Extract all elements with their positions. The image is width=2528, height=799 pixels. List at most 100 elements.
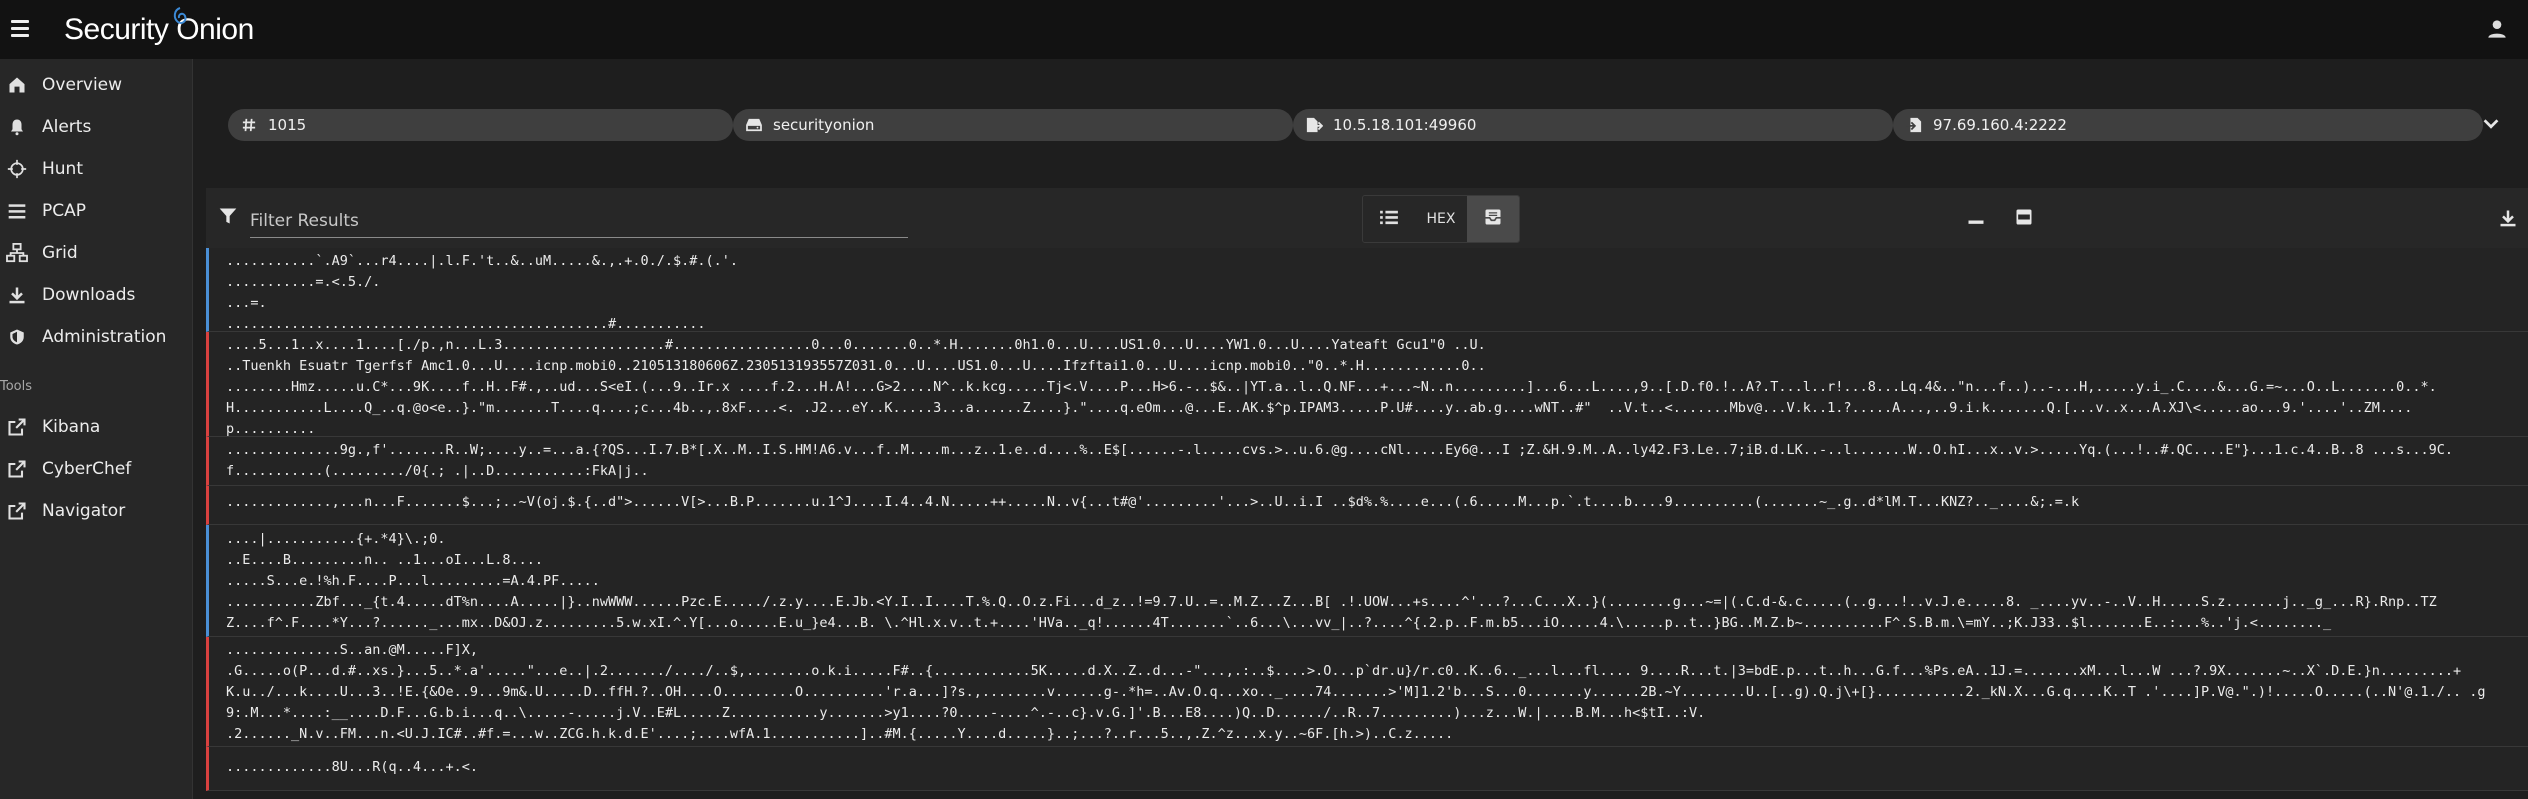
bell-icon xyxy=(6,116,28,138)
tools-header: Tools xyxy=(0,379,33,394)
packet-client: ....|...........{+.*4}\.;0. ..E....B.....… xyxy=(206,525,2528,637)
sidebar-item-overview[interactable]: Overview xyxy=(0,66,193,104)
packet-client: ...........`.A9`...r4....|.l.F.'t..&..uM… xyxy=(206,248,2528,332)
sidebar-item-label: Alerts xyxy=(42,117,92,137)
sidebar-item-pcap[interactable]: PCAP xyxy=(0,192,193,230)
payload-line: ........Hmz.....u.C*...9K....f..H..F#.,.… xyxy=(226,379,2437,395)
sensor-chip[interactable]: securityonion xyxy=(733,109,1293,141)
job-id-chip[interactable]: 1015 xyxy=(228,109,733,141)
packet-payload: .............,...n...F.......$...;..~V(o… xyxy=(226,492,2516,513)
main-content: 1015 securityonion 10.5.18.101:49960 97.… xyxy=(194,59,2528,799)
destination-chip[interactable]: 97.69.160.4:2222 xyxy=(1893,109,2483,141)
destination-text: 97.69.160.4:2222 xyxy=(1933,116,2067,134)
packet-payload: ..............S..an.@M.....F]X, .G.....o(… xyxy=(226,640,2516,745)
packet-list: ...........`.A9`...r4....|.l.F.'t..&..uM… xyxy=(206,248,2528,799)
sidebar-item-navigator[interactable]: Navigator xyxy=(0,492,193,530)
payload-line: .....S...e.!%h.F....P...l.........=A.4.P… xyxy=(226,573,600,589)
packet-payload: ..............9g.,f'.......R..W;....y..=… xyxy=(226,440,2516,482)
view-mode-toggle: HEX xyxy=(1362,195,1520,243)
inbox-icon xyxy=(1483,207,1503,231)
job-id-text: 1015 xyxy=(268,116,307,134)
payload-line: ...=. xyxy=(226,295,267,311)
payload-line: f...........(........./0{.; .|..D.......… xyxy=(226,463,649,479)
file-import-icon xyxy=(1905,117,1923,133)
hex-view-button[interactable]: HEX xyxy=(1415,196,1467,242)
packet-server: ..............S..an.@M.....F]X, .G.....o(… xyxy=(206,637,2528,747)
menu-icon[interactable] xyxy=(8,16,32,40)
sidebar-item-label: Overview xyxy=(42,75,123,95)
top-app-bar: Security Onion xyxy=(0,0,2528,59)
external-link-icon xyxy=(6,458,28,480)
payload-line: ....5...1..x....1....[./p.,n...L.3......… xyxy=(226,337,1486,353)
home-icon xyxy=(6,74,28,96)
server-icon xyxy=(745,117,763,133)
payload-line: .G.....o(P...d.#..xs.}...5..*.a'....."..… xyxy=(226,663,2462,679)
payload-line: ..............9g.,f'.......R..W;....y..=… xyxy=(226,442,2453,458)
payload-line: K.u../...k....U...3..!E.{&Oe..9...9m&.U.… xyxy=(226,684,2486,700)
sidebar-item-label: Navigator xyxy=(42,501,126,521)
packet-payload: .............8U...R(q..4...+.<. xyxy=(226,757,2516,778)
packet-server: .............8U...R(q..4...+.<. xyxy=(206,747,2528,791)
navigation-drawer: Overview Alerts Hunt PCAP Grid Downloads xyxy=(0,59,193,799)
payload-line: ..............S..an.@M.....F]X, xyxy=(226,642,478,658)
account-icon[interactable] xyxy=(2484,16,2510,42)
format-list-icon xyxy=(1379,209,1399,229)
payload-line: ....|...........{+.*4}\.;0. xyxy=(226,531,446,547)
payload-line: 9:.M...*....:__....D.F...G.b.i...q..\...… xyxy=(226,705,1706,721)
file-export-icon xyxy=(1305,117,1323,133)
payload-line: Z....f^.F....*Y...?......_...mx..D&OJ.z.… xyxy=(226,615,2332,631)
payload-line: H...........L....Q_..q.@o<e..}."m.......… xyxy=(226,400,2413,416)
pound-icon xyxy=(240,117,258,133)
payload-line: ...........`.A9`...r4....|.l.F.'t..&..uM… xyxy=(226,253,739,269)
payload-line: .............,...n...F.......$...;..~V(o… xyxy=(226,494,2080,510)
payload-line: ...........Zbf..._{t.4.....dT%n....A....… xyxy=(226,594,2437,610)
list-view-button[interactable] xyxy=(1363,196,1415,242)
download-pcap-icon[interactable] xyxy=(2496,206,2520,230)
payload-line: .............8U...R(q..4...+.<. xyxy=(226,759,478,775)
packet-payload: ....|...........{+.*4}\.;0. ..E....B.....… xyxy=(226,529,2516,634)
sidebar-item-label: Downloads xyxy=(42,285,136,305)
sidebar-item-label: Hunt xyxy=(42,159,83,179)
packet-server: ..............9g.,f'.......R..W;....y..=… xyxy=(206,437,2528,486)
external-link-icon xyxy=(6,500,28,522)
security-onion-logo[interactable]: Security Onion xyxy=(64,7,254,52)
sidebar-item-cyberchef[interactable]: CyberChef xyxy=(0,450,193,488)
payload-line: ..E....B.........n.. ..1...oI...L.8.... xyxy=(226,552,543,568)
logo-text: Security Onion xyxy=(64,13,254,46)
source-chip[interactable]: 10.5.18.101:49960 xyxy=(1293,109,1893,141)
filter-results-input[interactable] xyxy=(250,196,908,238)
packet-toolbar: HEX xyxy=(206,188,2528,248)
unwrap-view-button[interactable] xyxy=(1467,196,1519,242)
sidebar-item-hunt[interactable]: Hunt xyxy=(0,150,193,188)
collapse-all-icon[interactable] xyxy=(1964,206,1988,230)
sidebar-item-label: Kibana xyxy=(42,417,101,437)
sidebar-item-grid[interactable]: Grid xyxy=(0,234,193,272)
sidebar-item-label: Administration xyxy=(42,327,167,347)
packet-payload: ...........`.A9`...r4....|.l.F.'t..&..uM… xyxy=(226,251,2516,335)
shield-icon xyxy=(6,326,28,348)
crosshairs-icon xyxy=(6,158,28,180)
download-icon xyxy=(6,284,28,306)
packet-server: .............,...n...F.......$...;..~V(o… xyxy=(206,486,2528,525)
source-text: 10.5.18.101:49960 xyxy=(1333,116,1477,134)
grid-icon xyxy=(6,242,28,264)
sidebar-item-label: PCAP xyxy=(42,201,87,221)
payload-line: .2......_N.v..FM...n.<U.J.IC#..#f.=...w.… xyxy=(226,726,1454,742)
onion-swirl-icon xyxy=(173,7,187,25)
sidebar-item-alerts[interactable]: Alerts xyxy=(0,108,193,146)
sidebar-item-administration[interactable]: Administration xyxy=(0,318,193,356)
packet-payload: ....5...1..x....1....[./p.,n...L.3......… xyxy=(226,335,2516,440)
sidebar-item-downloads[interactable]: Downloads xyxy=(0,276,193,314)
sidebar-item-label: CyberChef xyxy=(42,459,132,479)
expand-all-icon[interactable] xyxy=(2012,205,2036,229)
payload-line: ..Tuenkh Esuatr Tgerfsf Amc1.0...U....ic… xyxy=(226,358,1486,374)
chevron-down-icon[interactable] xyxy=(2480,113,2502,135)
sensor-text: securityonion xyxy=(773,116,875,134)
payload-line: ...........=.<.5./. xyxy=(226,274,381,290)
packet-server: ....5...1..x....1....[./p.,n...L.3......… xyxy=(206,332,2528,437)
sidebar-item-label: Grid xyxy=(42,243,78,263)
list-icon xyxy=(6,200,28,222)
external-link-icon xyxy=(6,416,28,438)
filter-icon xyxy=(218,206,240,228)
sidebar-item-kibana[interactable]: Kibana xyxy=(0,408,193,446)
